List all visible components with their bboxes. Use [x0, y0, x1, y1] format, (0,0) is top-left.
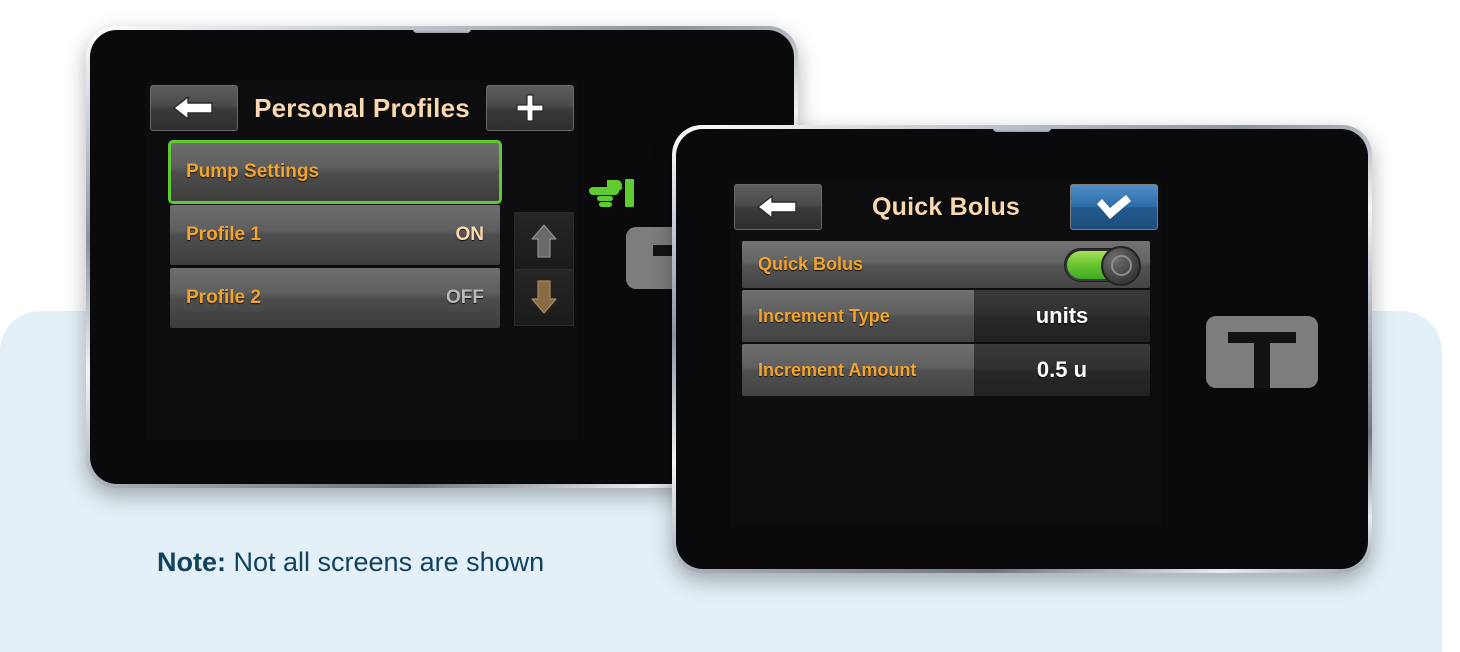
scroll-up-button[interactable] — [515, 213, 573, 269]
back-button[interactable] — [734, 184, 822, 230]
setting-label: Increment Type — [758, 305, 890, 326]
note-text: Note: Not all screens are shown — [157, 547, 544, 578]
note-prefix: Note: — [157, 547, 226, 577]
setting-value: units — [1035, 303, 1089, 328]
list-item-label: Profile 1 — [186, 224, 261, 245]
left-device-screen: Personal Profiles Pump Settings Profile … — [146, 82, 578, 440]
quick-bolus-toggle-row[interactable]: Quick Bolus — [742, 241, 1150, 288]
increment-type-row[interactable]: Increment Type units — [742, 290, 1150, 342]
list-item-label: Profile 2 — [186, 287, 261, 308]
list-item[interactable]: Profile 1 ON — [170, 205, 500, 265]
increment-amount-row[interactable]: Increment Amount 0.5 u — [742, 344, 1150, 396]
accept-button[interactable] — [1070, 184, 1158, 230]
device-notch — [413, 30, 471, 33]
increment-amount-key: Increment Amount — [742, 344, 974, 396]
setting-value: 0.5 u — [1036, 357, 1088, 382]
arrow-down-icon — [531, 280, 557, 314]
back-button[interactable] — [150, 85, 238, 131]
quick-bolus-label: Quick Bolus — [758, 254, 864, 274]
list-item-value: ON — [455, 224, 485, 245]
quick-bolus-settings-panel: Quick Bolus Increment Type units Increme… — [742, 241, 1150, 398]
setting-label: Increment Amount — [758, 359, 917, 380]
increment-amount-value-cell[interactable]: 0.5 u — [974, 344, 1150, 396]
toggle-knob — [1101, 245, 1141, 286]
right-device-screen: Quick Bolus Quick Bolus Increment Type u… — [730, 181, 1162, 527]
note-body: Not all screens are shown — [226, 547, 545, 577]
scroll-controls — [514, 212, 574, 326]
quick-bolus-toggle[interactable] — [1064, 245, 1141, 286]
arrow-left-icon — [757, 195, 797, 219]
checkmark-icon — [1097, 195, 1131, 219]
pointing-hand-right-icon — [589, 176, 639, 210]
list-item-label: Pump Settings — [186, 161, 320, 182]
profiles-list: Pump Settings Profile 1 ON Profile 2 OFF — [168, 140, 502, 331]
plus-icon — [516, 94, 544, 122]
screenshot-stage: Personal Profiles Pump Settings Profile … — [0, 0, 1460, 652]
list-item[interactable]: Profile 2 OFF — [170, 268, 500, 328]
list-item[interactable]: Pump Settings — [168, 140, 502, 204]
page-title: Personal Profiles — [254, 92, 470, 123]
quick-bolus-header: Quick Bolus — [730, 181, 1162, 233]
arrow-left-icon — [173, 96, 213, 120]
page-title: Quick Bolus — [871, 192, 1021, 221]
personal-profiles-header: Personal Profiles — [146, 82, 578, 134]
device-notch — [993, 129, 1051, 132]
list-item-value: OFF — [446, 287, 484, 308]
increment-type-key: Increment Type — [742, 290, 974, 342]
scroll-down-button[interactable] — [515, 268, 573, 325]
right-device-screen-on-button[interactable] — [1206, 316, 1318, 388]
increment-type-value-cell[interactable]: units — [974, 290, 1150, 342]
add-profile-button[interactable] — [486, 85, 574, 131]
arrow-up-icon — [531, 224, 557, 258]
